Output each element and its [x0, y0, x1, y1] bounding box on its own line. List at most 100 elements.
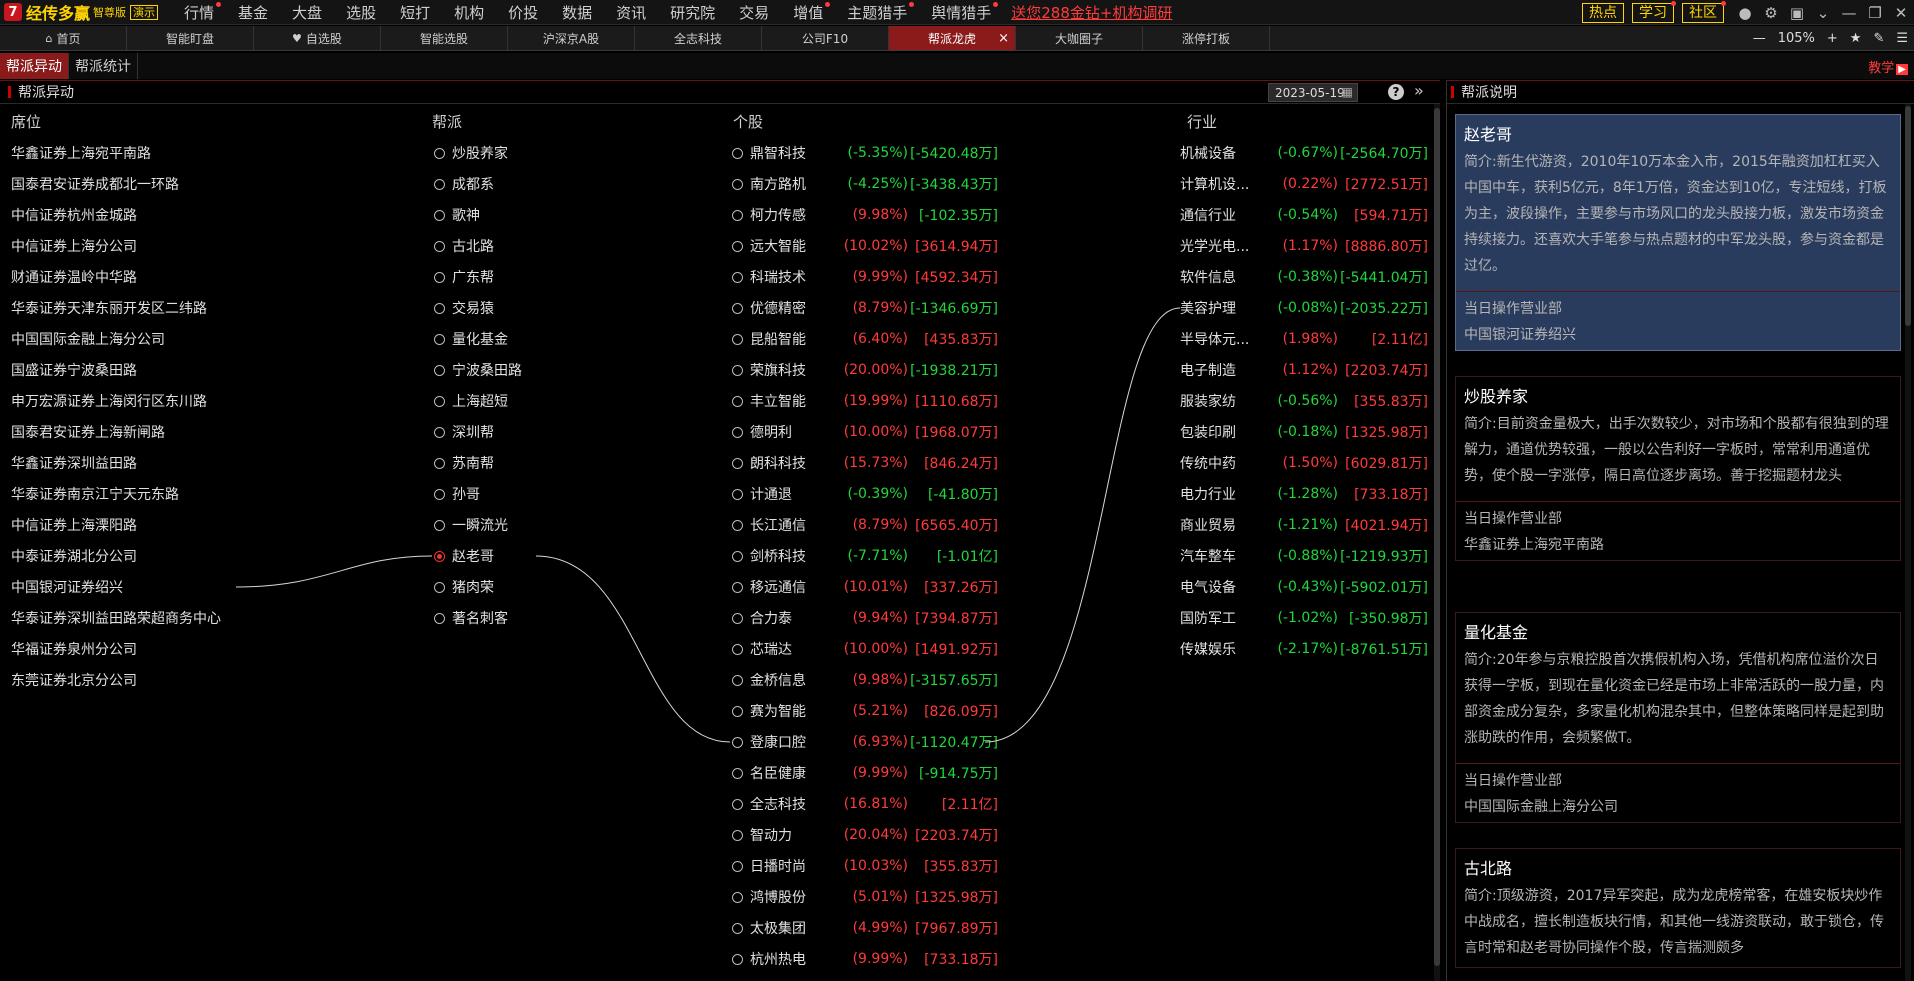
gang-item[interactable]: 古北路 [434, 236, 494, 256]
gang-item[interactable]: 上海超短 [434, 391, 508, 411]
industry-item[interactable]: 传媒娱乐 (-2.17%) [-8761.51万] [1180, 639, 1428, 659]
stock-item[interactable]: 金桥信息 (9.98%) [-3157.65万] [732, 670, 998, 690]
menu-item[interactable]: 行情 [172, 1, 226, 23]
industry-item[interactable]: 服装家纺 (-0.56%) [355.83万] [1180, 391, 1428, 411]
menu-item[interactable]: 价投 [496, 2, 550, 23]
hot-button[interactable]: 热点 [1582, 2, 1624, 23]
radio-button[interactable] [732, 860, 743, 872]
radio-button[interactable] [732, 767, 743, 779]
help-icon[interactable]: ? [1388, 84, 1404, 100]
seat-item[interactable]: 中国国际金融上海分公司 [11, 329, 165, 349]
industry-item[interactable]: 通信行业 (-0.54%) [594.71万] [1180, 205, 1428, 225]
tab-item[interactable]: 大咖圈子 [1016, 26, 1143, 50]
gang-item[interactable]: 广东帮 [434, 267, 494, 287]
industry-item[interactable]: 电子制造 (1.12%) [2203.74万] [1180, 360, 1428, 380]
promo-link[interactable]: 送您288金钻+机构调研 [1011, 2, 1172, 23]
radio-button[interactable] [434, 519, 445, 531]
seat-item[interactable]: 国泰君安证券成都北一环路 [11, 174, 179, 194]
stock-item[interactable]: 鼎智科技 (-5.35%) [-5420.48万] [732, 143, 998, 163]
stock-item[interactable]: 合力泰 (9.94%) [7394.87万] [732, 608, 998, 628]
seat-item[interactable]: 华鑫证券上海宛平南路 [11, 143, 151, 163]
stock-item[interactable]: 移远通信 (10.01%) [337.26万] [732, 577, 998, 597]
radio-button[interactable] [732, 333, 743, 345]
industry-item[interactable]: 国防军工 (-1.02%) [-350.98万] [1180, 608, 1428, 628]
radio-button[interactable] [732, 178, 743, 190]
tab-item[interactable]: 沪深京A股 [508, 26, 635, 50]
edit-icon[interactable]: ✎ [1873, 31, 1884, 46]
radio-button[interactable] [732, 953, 743, 965]
tab-item[interactable]: 帮派龙虎 × [889, 26, 1016, 50]
radio-button[interactable] [732, 643, 743, 655]
seat-item[interactable]: 华泰证券天津东丽开发区二纬路 [11, 298, 207, 318]
date-picker[interactable]: 2023-05-19 ▦ [1268, 83, 1358, 102]
seat-item[interactable]: 国泰君安证券上海新闸路 [11, 422, 165, 442]
tab-item[interactable]: ♥ 自选股 [254, 26, 381, 50]
radio-button[interactable] [732, 922, 743, 934]
gang-item[interactable]: 猪肉荣 [434, 577, 494, 597]
radio-button[interactable] [732, 271, 743, 283]
study-button[interactable]: 学习 [1632, 0, 1676, 23]
industry-item[interactable]: 光学光电... (1.17%) [8886.80万] [1180, 236, 1428, 256]
list-icon[interactable]: ☰ [1896, 31, 1908, 46]
radio-button[interactable] [434, 271, 445, 283]
chevron-down-icon[interactable]: ⌄ [1810, 0, 1836, 25]
collapse-arrow-icon[interactable]: » [1414, 81, 1424, 100]
menu-item[interactable]: 基金 [226, 2, 280, 23]
left-scrollbar[interactable] [1434, 104, 1440, 981]
menu-item[interactable]: 主题猎手 [835, 1, 919, 23]
radio-button[interactable] [434, 457, 445, 469]
seat-item[interactable]: 华福证券泉州分公司 [11, 639, 137, 659]
stock-item[interactable]: 芯瑞达 (10.00%) [1491.92万] [732, 639, 998, 659]
close-icon[interactable]: ✕ [1888, 0, 1914, 25]
seat-item[interactable]: 财通证券温岭中华路 [11, 267, 137, 287]
industry-item[interactable]: 电力行业 (-1.28%) [733.18万] [1180, 484, 1428, 504]
seat-item[interactable]: 中信证券上海溧阳路 [11, 515, 137, 535]
radio-button[interactable] [732, 147, 743, 159]
radio-button[interactable] [434, 488, 445, 500]
radio-button[interactable] [434, 178, 445, 190]
zoom-in-icon[interactable]: + [1827, 31, 1838, 46]
tab-item[interactable]: 智能选股 [381, 26, 508, 50]
stock-item[interactable]: 全志科技 (16.81%) [2.11亿] [732, 794, 998, 814]
industry-item[interactable]: 计算机设... (0.22%) [2772.51万] [1180, 174, 1428, 194]
industry-item[interactable]: 电气设备 (-0.43%) [-5902.01万] [1180, 577, 1428, 597]
radio-button[interactable] [732, 829, 743, 841]
gang-item[interactable]: 炒股养家 [434, 143, 508, 163]
radio-button[interactable] [434, 240, 445, 252]
radio-button[interactable] [732, 395, 743, 407]
radio-button[interactable] [732, 550, 743, 562]
seat-item[interactable]: 华泰证券深圳益田路荣超商务中心 [11, 608, 221, 628]
industry-item[interactable]: 机械设备 (-0.67%) [-2564.70万] [1180, 143, 1428, 163]
gang-item[interactable]: 赵老哥 [434, 546, 494, 566]
seat-item[interactable]: 中信证券上海分公司 [11, 236, 137, 256]
radio-button[interactable] [434, 147, 445, 159]
stock-item[interactable]: 优德精密 (8.79%) [-1346.69万] [732, 298, 998, 318]
stock-item[interactable]: 鸿博股份 (5.01%) [1325.98万] [732, 887, 998, 907]
seat-item[interactable]: 中信证券杭州金城路 [11, 205, 137, 225]
menu-item[interactable]: 研究院 [658, 2, 727, 23]
menu-item[interactable]: 增值 [781, 1, 835, 23]
stock-item[interactable]: 日播时尚 (10.03%) [355.83万] [732, 856, 998, 876]
stock-item[interactable]: 德明利 (10.00%) [1968.07万] [732, 422, 998, 442]
menu-item[interactable]: 大盘 [280, 2, 334, 23]
industry-item[interactable]: 商业贸易 (-1.21%) [4021.94万] [1180, 515, 1428, 535]
menu-item[interactable]: 交易 [727, 2, 781, 23]
gang-card[interactable]: 赵老哥 简介:新生代游资，2010年10万本金入市，2015年融资加杠杠买入中国中… [1455, 114, 1901, 351]
stock-item[interactable]: 科瑞技术 (9.99%) [4592.34万] [732, 267, 998, 287]
tab-item[interactable]: 全志科技 [635, 26, 762, 50]
stock-item[interactable]: 远大智能 (10.02%) [3614.94万] [732, 236, 998, 256]
right-scrollbar[interactable] [1905, 104, 1911, 981]
radio-button[interactable] [732, 209, 743, 221]
stock-item[interactable]: 登康口腔 (6.93%) [-1120.47万] [732, 732, 998, 752]
stock-item[interactable]: 太极集团 (4.99%) [7967.89万] [732, 918, 998, 938]
zoom-out-icon[interactable]: — [1753, 31, 1766, 46]
industry-item[interactable]: 软件信息 (-0.38%) [-5441.04万] [1180, 267, 1428, 287]
seat-item[interactable]: 国盛证券宁波桑田路 [11, 360, 137, 380]
gang-item[interactable]: 成都系 [434, 174, 494, 194]
menu-item[interactable]: 选股 [334, 2, 388, 23]
radio-button[interactable] [732, 364, 743, 376]
menu-item[interactable]: 舆情猎手 [919, 1, 1003, 23]
radio-button[interactable] [732, 519, 743, 531]
tab-close-icon[interactable]: × [998, 31, 1009, 46]
tab-item[interactable]: ⌂ 首页 [0, 26, 127, 50]
